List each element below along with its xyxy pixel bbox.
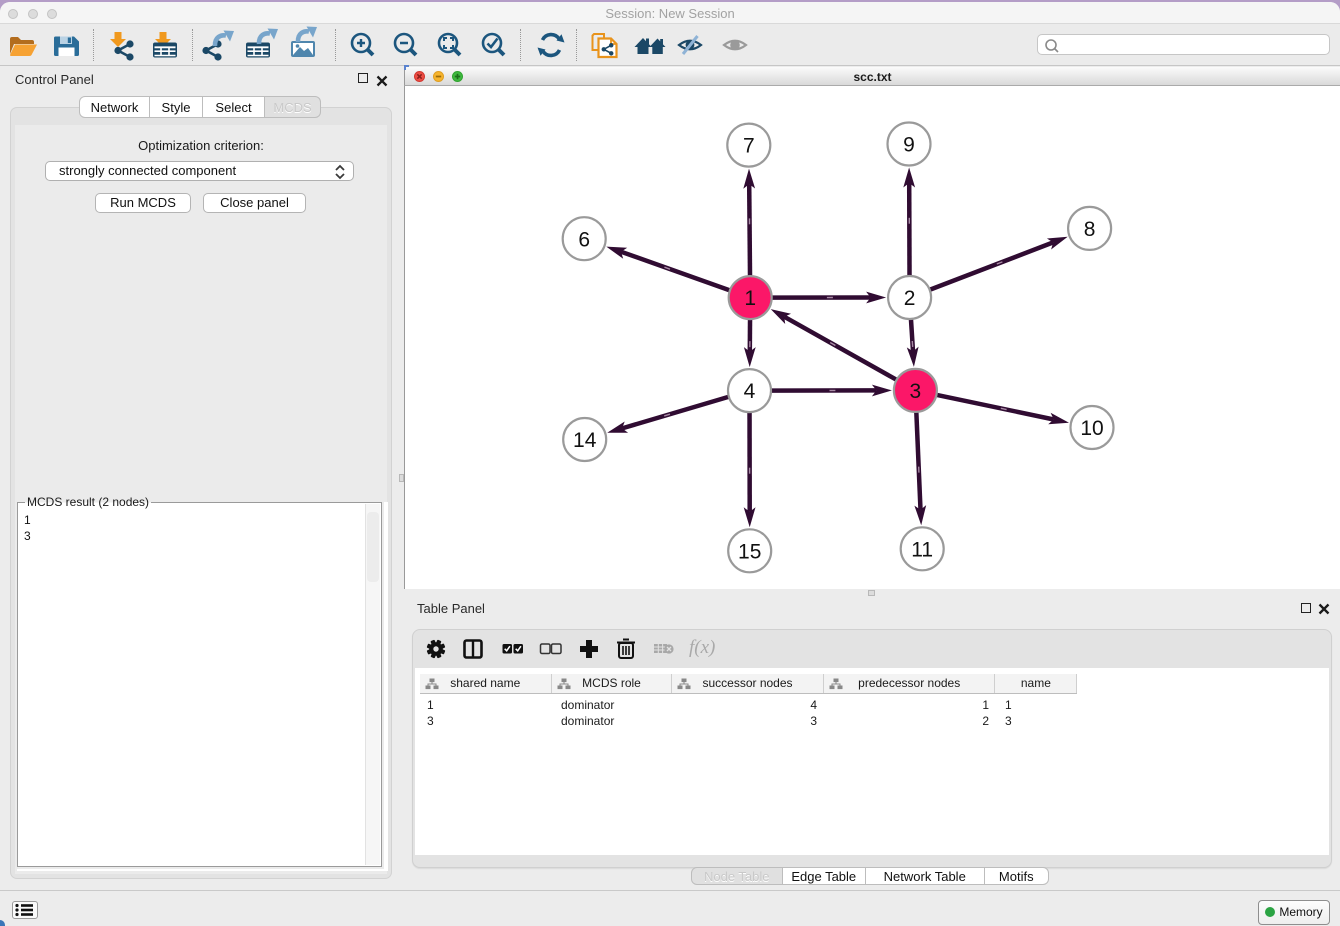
svg-text:1: 1 (744, 287, 756, 310)
svg-text:4: 4 (744, 380, 756, 403)
svg-text:15: 15 (738, 540, 761, 563)
svg-text:3: 3 (910, 380, 922, 403)
svg-text:11: 11 (911, 538, 933, 561)
svg-text:8: 8 (1084, 218, 1096, 241)
svg-text:9: 9 (903, 134, 915, 157)
svg-text:14: 14 (573, 429, 597, 452)
svg-text:7: 7 (743, 135, 755, 158)
svg-text:10: 10 (1080, 417, 1103, 440)
svg-text:6: 6 (578, 228, 590, 251)
svg-text:2: 2 (904, 287, 916, 310)
